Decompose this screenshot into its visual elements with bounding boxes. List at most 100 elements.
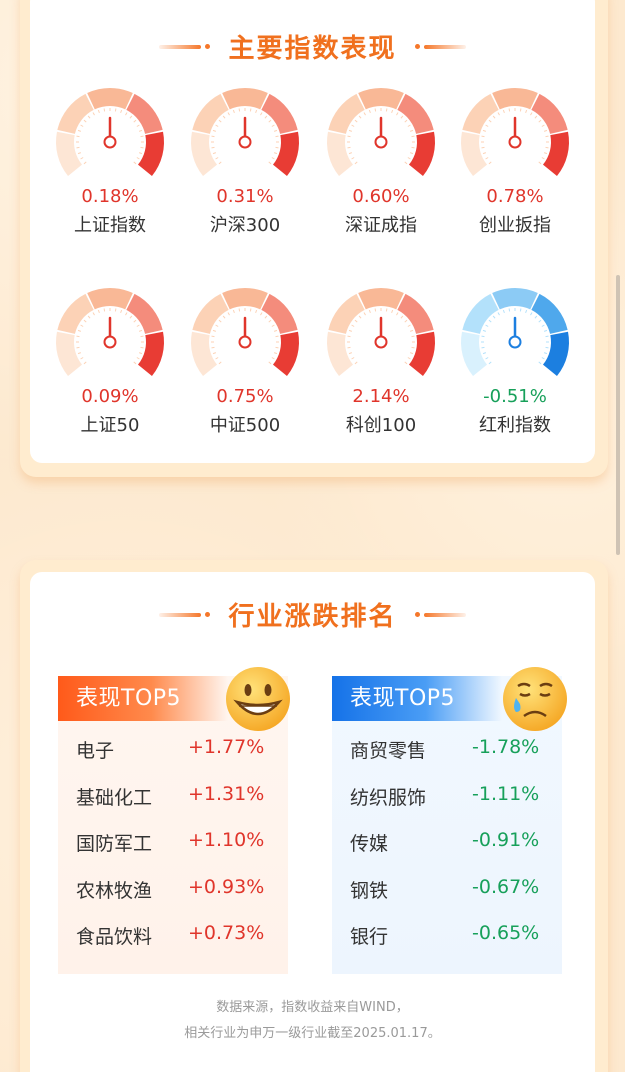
index-gauge-card: 0.75% 中证500 xyxy=(180,282,310,437)
gauge-segment xyxy=(272,331,299,376)
gauge-segment xyxy=(126,293,163,334)
gauge-dial-icon xyxy=(327,88,435,176)
title-decoration-right xyxy=(414,44,466,49)
index-gauge-card: 0.78% 创业扳指 xyxy=(450,82,580,237)
industry-name: 食品饮料 xyxy=(76,926,153,948)
index-gauge-card: -0.51% 红利指数 xyxy=(450,282,580,437)
gauge-segment xyxy=(492,88,538,110)
gauge-hub xyxy=(374,335,388,349)
gauge-hub xyxy=(374,135,388,149)
index-change-value: 0.75% xyxy=(216,386,274,407)
industry-row: 纺织服饰 -1.11% xyxy=(332,783,562,811)
indices-section-header: 主要指数表现 xyxy=(0,28,625,65)
title-decoration-left xyxy=(159,612,211,617)
index-change-value: 0.18% xyxy=(81,186,139,207)
gauge-dial-icon xyxy=(461,88,569,176)
industry-change: -1.78% xyxy=(472,736,540,758)
indices-section-title: 主要指数表现 xyxy=(228,34,397,64)
gauge-segment xyxy=(358,88,404,110)
gauge-segment xyxy=(222,88,268,110)
gauge-segment xyxy=(408,131,435,176)
gauge-segment xyxy=(461,131,488,176)
industry-change: -1.11% xyxy=(472,782,540,805)
gauge-dial-icon xyxy=(56,88,164,176)
industry-name: 银行 xyxy=(350,926,389,948)
gauge-segment xyxy=(542,331,569,376)
gauge-segment xyxy=(461,331,488,376)
gauge-segment xyxy=(542,131,569,176)
industry-name: 纺织服饰 xyxy=(350,786,427,809)
industry-name: 国防军工 xyxy=(76,833,153,855)
industry-row: 电子 +1.77% xyxy=(58,736,288,764)
data-source-note: 数据来源，指数收益来自WIND， 相关行业为申万一级行业截至2025.01.17… xyxy=(0,995,625,1047)
index-gauge-card: 0.60% 深证成指 xyxy=(316,82,446,237)
gauge-segment xyxy=(192,293,229,334)
gauge-segment xyxy=(408,331,435,376)
footnote-line-1: 数据来源，指数收益来自WIND， xyxy=(216,1000,409,1015)
gauge-segment xyxy=(57,293,94,334)
industry-row: 商贸零售 -1.78% xyxy=(332,736,562,764)
gauge-segment xyxy=(56,131,83,176)
industry-change: +1.10% xyxy=(188,829,265,851)
gauge-segment xyxy=(328,93,365,134)
index-change-value: 0.09% xyxy=(81,386,139,407)
footnote-line-2: 相关行业为申万一级行业截至2025.01.17。 xyxy=(184,1026,441,1041)
industry-change: +1.77% xyxy=(188,736,265,758)
industry-change: -0.67% xyxy=(472,875,540,898)
industry-row: 钢铁 -0.67% xyxy=(332,876,562,904)
index-gauge-card: 0.18% 上证指数 xyxy=(45,82,175,237)
index-name: 上证50 xyxy=(80,415,140,436)
losers-header: 表现TOP5 xyxy=(332,676,502,721)
gauge-hub xyxy=(103,335,117,349)
industry-name: 钢铁 xyxy=(350,879,389,902)
index-gauge-card: 0.31% 沪深300 xyxy=(180,82,310,237)
gauge-segment xyxy=(57,93,94,134)
gauge-segment xyxy=(87,88,133,110)
gauge-dial-icon xyxy=(191,88,299,176)
gauge-dial-icon xyxy=(461,288,569,376)
gauge-segment xyxy=(222,288,268,310)
gauge-hub xyxy=(238,335,252,349)
index-change-value: 2.14% xyxy=(352,386,410,407)
industry-name: 基础化工 xyxy=(76,786,153,809)
gauge-segment xyxy=(397,93,434,134)
index-change-value: 0.31% xyxy=(216,186,274,207)
gauge-hub xyxy=(238,135,252,149)
scrollbar[interactable] xyxy=(616,275,620,555)
gauge-segment xyxy=(261,293,298,334)
industry-row: 国防军工 +1.10% xyxy=(58,829,288,857)
index-name: 创业扳指 xyxy=(479,215,551,236)
gauge-segment xyxy=(272,131,299,176)
industry-change: +0.93% xyxy=(188,875,265,898)
industry-row: 银行 -0.65% xyxy=(332,922,562,950)
gauge-segment xyxy=(531,93,568,134)
gauge-segment xyxy=(397,293,434,334)
gauge-segment xyxy=(492,288,538,310)
gauge-segment xyxy=(56,331,83,376)
gauge-segment xyxy=(327,131,354,176)
gauge-segment xyxy=(261,93,298,134)
industry-section-header: 行业涨跌排名 xyxy=(0,596,625,633)
industry-name: 农林牧渔 xyxy=(76,879,153,902)
gauge-segment xyxy=(462,93,499,134)
industry-row: 食品饮料 +0.73% xyxy=(58,922,288,950)
gauge-hub xyxy=(508,135,522,149)
gainers-header: 表现TOP5 xyxy=(58,676,228,721)
gauge-segment xyxy=(137,331,164,376)
gauge-dial-icon xyxy=(191,288,299,376)
index-change-value: 0.60% xyxy=(352,186,410,207)
gauge-segment xyxy=(531,293,568,334)
crying-face-icon xyxy=(503,667,567,731)
industry-change: -0.91% xyxy=(472,829,540,851)
gauge-hub xyxy=(508,335,522,349)
index-name: 中证500 xyxy=(209,415,281,436)
index-name: 沪深300 xyxy=(209,215,281,236)
gauge-dial-icon xyxy=(56,288,164,376)
index-name: 上证指数 xyxy=(74,215,146,236)
industry-row: 基础化工 +1.31% xyxy=(58,783,288,811)
index-change-value: -0.51% xyxy=(483,386,547,407)
gauge-segment xyxy=(358,288,404,310)
gauge-segment xyxy=(126,93,163,134)
gauge-segment xyxy=(192,93,229,134)
grinning-face-icon xyxy=(226,667,290,731)
